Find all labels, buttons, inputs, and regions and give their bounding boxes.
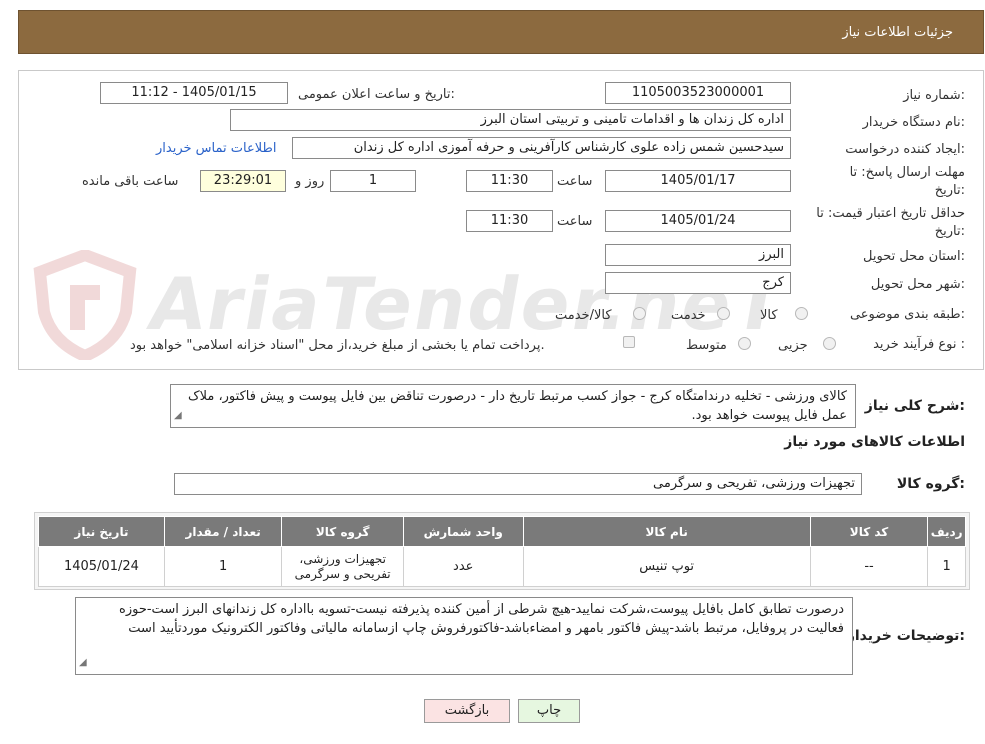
buyer-org-field: اداره کل زندان ها و اقدامات تامینی و ترب… [230,109,791,131]
buyer-notes-textarea[interactable]: درصورت تطابق کامل بافایل پیوست،شرکت نمای… [75,597,853,675]
page-title: جزئیات اطلاعات نیاز [842,25,953,40]
process-radio-minor[interactable] [823,337,836,350]
cell-unit: عدد [402,546,524,587]
table-row: 1 -- توپ تنیس عدد تجهیزات ورزشی، تفریحی … [38,546,966,587]
cell-item-name: توپ تنیس [522,546,811,587]
creator-field: سیدحسین شمس زاده علوی کارشناس کارآفرینی … [292,137,791,159]
treasury-payment-note: پرداخت تمام یا بخشی از مبلغ خرید،از محل … [130,338,545,353]
remaining-time-field: 23:29:01 [200,170,286,192]
items-table: ردیف کد کالا نام کالا واحد شمارش گروه کا… [38,516,966,587]
deadline-date-field: 1405/01/17 [605,170,791,192]
announce-label: تاریخ و ساعت اعلان عمومی: [298,87,455,102]
deadline-time-label: ساعت [557,174,593,189]
process-radio-medium[interactable] [738,337,751,350]
announce-field: 1405/01/15 - 11:12 [100,82,288,104]
col-item-code: کد کالا [809,516,929,547]
page-header: جزئیات اطلاعات نیاز [18,10,984,54]
days-field: 1 [330,170,416,192]
treasury-payment-checkbox[interactable] [623,336,635,348]
col-row-number: ردیف [927,516,966,547]
category-option-service: خدمت [671,308,706,323]
goods-group-label: گروه کالا: [896,476,965,492]
deadline-time-field: 11:30 [466,170,553,192]
validity-label: حداقل تاریخ اعتبار قیمت: تا [816,206,965,221]
cell-quantity: 1 [163,546,283,587]
deadline-label-2: تاریخ: [934,183,965,198]
validity-time-field: 11:30 [466,210,553,232]
process-label: نوع فرآیند خرید : [873,337,965,352]
days-label: روز و [295,174,325,189]
col-need-date: تاریخ نیاز [38,516,165,547]
buyer-notes-label: توضیحات خریدار: [846,628,965,644]
creator-label: ایجاد کننده درخواست: [845,142,965,157]
category-radio-goods-service[interactable] [633,307,646,320]
category-radio-goods[interactable] [795,307,808,320]
print-button[interactable]: چاپ [518,699,580,723]
table-header-row: ردیف کد کالا نام کالا واحد شمارش گروه کا… [38,516,966,547]
col-quantity: تعداد / مقدار [163,516,283,547]
province-label: استان محل تحویل: [863,249,965,264]
validity-time-label: ساعت [557,214,593,229]
goods-section-title: اطلاعات کالاهای مورد نیاز [784,434,965,450]
category-radio-service[interactable] [717,307,730,320]
buyer-notes-text: درصورت تطابق کامل بافایل پیوست،شرکت نمای… [119,602,844,636]
province-field: البرز [605,244,791,266]
resize-grip-icon[interactable]: ◢ [79,653,87,672]
deadline-label: مهلت ارسال پاسخ: تا [849,165,965,180]
process-option-minor: جزیی [778,338,808,353]
buyer-org-label: نام دستگاه خریدار: [862,115,965,130]
need-number-field: 1105003523000001 [605,82,791,104]
remaining-label: ساعت باقی مانده [82,174,179,189]
summary-label: شرح کلی نیاز: [864,398,965,414]
back-button[interactable]: بازگشت [424,699,510,723]
col-unit: واحد شمارش [402,516,524,547]
category-option-goods: کالا [760,308,778,323]
goods-group-field: تجهیزات ورزشی، تفریحی و سرگرمی [174,473,862,495]
col-item-group: گروه کالا [281,516,404,547]
validity-label-2: تاریخ: [934,224,965,239]
cell-item-code: -- [809,546,929,587]
col-item-name: نام کالا [522,516,811,547]
buyer-contact-link[interactable]: اطلاعات تماس خریدار [156,141,276,156]
process-option-medium: متوسط [686,338,727,353]
city-field: کرج [605,272,791,294]
cell-row-number: 1 [927,546,966,587]
category-option-goods-service: کالا/خدمت [555,308,612,323]
summary-textarea[interactable]: کالای ورزشی - تخلیه درندامتگاه کرج - جوا… [170,384,856,428]
validity-date-field: 1405/01/24 [605,210,791,232]
summary-text: کالای ورزشی - تخلیه درندامتگاه کرج - جوا… [187,389,847,423]
cell-item-group: تجهیزات ورزشی، تفریحی و سرگرمی [281,546,404,587]
need-number-label: شماره نیاز: [903,88,965,103]
resize-grip-icon[interactable]: ◢ [174,406,182,425]
city-label: شهر محل تحویل: [870,277,965,292]
category-label: طبقه بندی موضوعی: [849,307,965,322]
cell-need-date: 1405/01/24 [38,546,165,587]
